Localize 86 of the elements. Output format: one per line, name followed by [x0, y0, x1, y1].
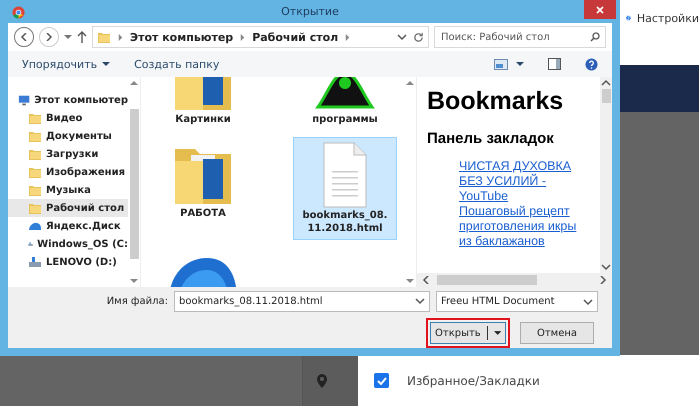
- folder-icon: [28, 165, 42, 179]
- filename-label: Имя файла:: [106, 296, 168, 307]
- nav-item[interactable]: Этот компьютер: [8, 91, 128, 109]
- chevron-down-icon[interactable]: [397, 33, 407, 41]
- filename-field[interactable]: bookmarks_08.11.2018.html: [174, 291, 430, 312]
- file-item[interactable]: Картинки: [151, 77, 255, 131]
- search-field[interactable]: Поиск: Рабочий стол: [434, 26, 606, 48]
- arrow-left-icon[interactable]: [19, 33, 29, 41]
- scroll-left-icon[interactable]: [421, 276, 431, 284]
- file-item[interactable]: программы: [293, 77, 397, 131]
- scrollbar-thumb[interactable]: [602, 89, 610, 103]
- chevron-down-icon[interactable]: [583, 298, 593, 306]
- folder-icon: [28, 183, 42, 197]
- nav-item[interactable]: Документы: [8, 127, 128, 145]
- separator-icon: [344, 34, 352, 40]
- nav-item[interactable]: Изображения: [8, 163, 128, 181]
- nav-item[interactable]: Музыка: [8, 181, 128, 199]
- file-item[interactable]: РАБОТА: [151, 137, 255, 240]
- view-icon: [494, 58, 508, 70]
- bookmark-link[interactable]: Пошаговый рецепт приготовления икры из баклажанов: [459, 204, 592, 249]
- arrow-up-icon: [77, 31, 87, 43]
- history-dropdown[interactable]: [64, 33, 72, 41]
- scrollbar-thumb[interactable]: [437, 275, 537, 285]
- scroll-down-icon: [130, 277, 138, 285]
- back-button[interactable]: [14, 27, 34, 47]
- split-button[interactable]: Открыть: [430, 322, 506, 344]
- caret-icon: [494, 329, 501, 337]
- nav-item[interactable]: Видео: [8, 109, 128, 127]
- up-button[interactable]: [77, 31, 87, 43]
- help-button[interactable]: [585, 58, 598, 70]
- file-type-select[interactable]: Freeu HTML Document: [436, 291, 598, 312]
- checkmark-icon: [376, 376, 386, 384]
- caret-icon: [102, 60, 110, 68]
- checkbox[interactable]: [374, 373, 389, 388]
- search-icon: [590, 32, 600, 42]
- pane-icon: [548, 58, 561, 70]
- scrollbar[interactable]: [600, 77, 612, 273]
- preview-subheading: Панель закладок: [427, 130, 555, 147]
- caret-icon: [516, 60, 524, 68]
- scrollbar-thumb[interactable]: [130, 109, 138, 259]
- folder-icon: [28, 111, 42, 125]
- scroll-down-icon: [406, 277, 414, 285]
- separator-icon: [239, 34, 246, 40]
- help-icon: [585, 58, 598, 70]
- nav-item[interactable]: Загрузки: [8, 145, 128, 163]
- folder-icon: [28, 201, 42, 215]
- preview-heading: Bookmarks: [427, 87, 564, 116]
- organize-button[interactable]: Упорядочить: [22, 58, 110, 70]
- close-icon: [596, 6, 604, 14]
- settings-title: Настройки: [636, 12, 699, 25]
- preview-pane-button[interactable]: [548, 58, 561, 70]
- view-button[interactable]: [494, 58, 524, 70]
- nav-item[interactable]: LENOVO (D:): [8, 253, 128, 271]
- folder-icon: [28, 129, 42, 143]
- nav-item[interactable]: Яндекс.Диск: [8, 217, 128, 235]
- checkbox-label: Избранное/Закладки: [407, 374, 540, 388]
- close-button[interactable]: [584, 0, 616, 19]
- scroll-down-icon[interactable]: [601, 263, 611, 271]
- browser-logo-icon: [12, 6, 25, 19]
- forward-button[interactable]: [39, 27, 59, 47]
- breadcrumb[interactable]: Рабочий стол: [252, 30, 338, 44]
- caret-icon: [64, 33, 72, 41]
- cloud-icon: [28, 221, 42, 231]
- separator-icon: [117, 34, 124, 40]
- folder-icon: [97, 30, 111, 44]
- cancel-button[interactable]: Отмена: [520, 322, 594, 344]
- breadcrumb[interactable]: Этот компьютер: [130, 30, 234, 44]
- nav-item[interactable]: Windows_OS (C:: [8, 235, 128, 253]
- bookmark-link[interactable]: ЧИСТАЯ ДУХОВКА БЕЗ УСИЛИЙ - YouTube: [459, 159, 592, 204]
- horizontal-scrollbar[interactable]: [417, 273, 612, 287]
- nav-item[interactable]: Рабочий стол: [8, 199, 128, 217]
- scroll-right-icon[interactable]: [598, 276, 608, 284]
- window-title: Открытие: [281, 5, 339, 18]
- scroll-up-icon[interactable]: [601, 79, 611, 87]
- scroll-up-icon: [130, 79, 138, 87]
- arrow-right-icon[interactable]: [44, 33, 54, 41]
- chevron-down-icon[interactable]: [415, 297, 425, 305]
- folder-icon: [28, 147, 42, 161]
- computer-icon: [18, 94, 30, 106]
- address-bar[interactable]: Этот компьютер Рабочий стол: [92, 26, 429, 48]
- location-pin-icon: [317, 374, 327, 388]
- refresh-icon[interactable]: [413, 32, 424, 42]
- scroll-up-icon: [406, 79, 414, 87]
- drive-icon: [28, 256, 42, 268]
- new-folder-button[interactable]: Создать папку: [134, 58, 220, 70]
- file-item[interactable]: bookmarks_08.11.2018.html: [293, 137, 397, 240]
